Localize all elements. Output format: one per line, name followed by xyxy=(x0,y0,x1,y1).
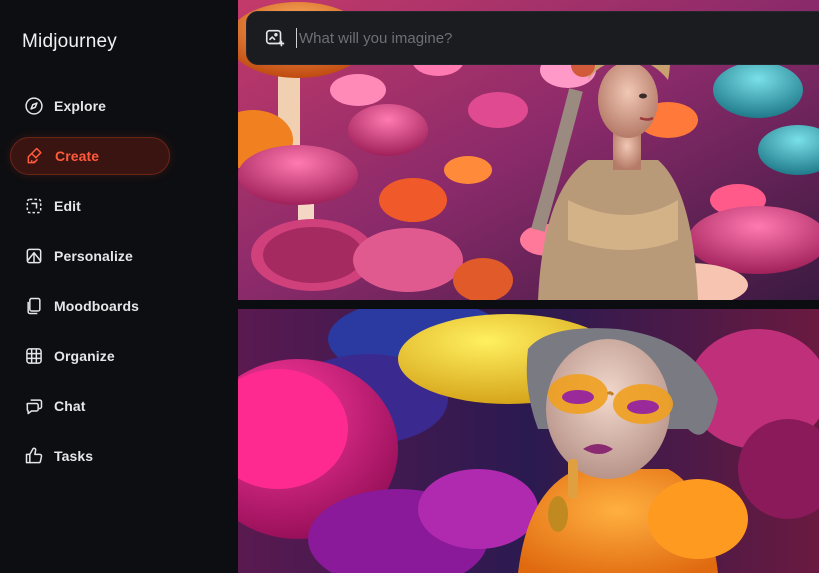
sidebar-item-label: Tasks xyxy=(54,448,94,464)
app-logo[interactable]: Midjourney xyxy=(22,31,117,53)
main-content xyxy=(238,0,819,573)
sidebar: Midjourney Explore Create Edit Personali… xyxy=(0,0,238,573)
sidebar-item-label: Moodboards xyxy=(54,298,139,314)
grid-icon xyxy=(23,345,45,367)
thumbs-up-icon xyxy=(23,445,45,467)
text-caret xyxy=(296,28,297,48)
sidebar-nav: Explore Create Edit Personalize Moodboar… xyxy=(10,87,170,487)
sidebar-item-label: Personalize xyxy=(54,248,133,264)
image-add-icon[interactable] xyxy=(264,27,286,49)
sidebar-item-moodboards[interactable]: Moodboards xyxy=(10,287,170,325)
brush-icon xyxy=(24,145,46,167)
app-window: Midjourney Explore Create Edit Personali… xyxy=(0,0,819,573)
sidebar-item-label: Organize xyxy=(54,348,115,364)
sidebar-item-label: Explore xyxy=(54,98,107,114)
sidebar-item-chat[interactable]: Chat xyxy=(10,387,170,425)
sidebar-item-personalize[interactable]: Personalize xyxy=(10,237,170,275)
chat-icon xyxy=(23,395,45,417)
sidebar-item-organize[interactable]: Organize xyxy=(10,337,170,375)
sidebar-item-label: Chat xyxy=(54,398,86,414)
sidebar-item-create[interactable]: Create xyxy=(10,137,170,175)
sidebar-item-explore[interactable]: Explore xyxy=(10,87,170,125)
gallery-image[interactable] xyxy=(238,309,819,573)
sidebar-item-edit[interactable]: Edit xyxy=(10,187,170,225)
prompt-input[interactable] xyxy=(299,29,779,47)
sidebar-item-label: Create xyxy=(55,148,100,164)
edit-icon xyxy=(23,195,45,217)
sidebar-item-label: Edit xyxy=(54,198,81,214)
prompt-bar[interactable] xyxy=(246,11,819,65)
compass-icon xyxy=(23,95,45,117)
sidebar-item-tasks[interactable]: Tasks xyxy=(10,437,170,475)
sunglasses-portrait-image xyxy=(238,309,819,573)
personalize-icon xyxy=(23,245,45,267)
moodboards-icon xyxy=(23,295,45,317)
